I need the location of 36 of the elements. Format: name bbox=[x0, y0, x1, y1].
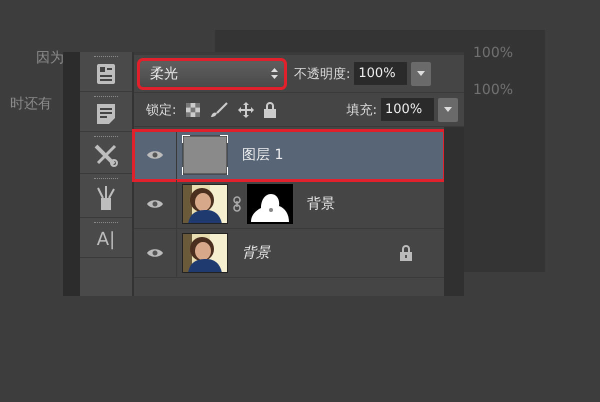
eye-icon[interactable] bbox=[147, 199, 163, 209]
eye-icon[interactable] bbox=[147, 248, 163, 258]
link-icon bbox=[233, 196, 241, 212]
fill-field[interactable]: 100% bbox=[381, 98, 434, 121]
blend-mode-dropdown[interactable]: 柔光 bbox=[140, 60, 284, 86]
layer-row[interactable]: 背景 bbox=[134, 180, 444, 229]
background-text: 时还有 bbox=[10, 95, 52, 113]
opacity-label: 不透明度: bbox=[294, 66, 350, 82]
lock-label: 锁定: bbox=[146, 102, 176, 118]
background-text: 因为 bbox=[36, 49, 64, 67]
caret-icon bbox=[444, 107, 452, 112]
opacity-dropdown-button[interactable] bbox=[411, 62, 432, 86]
brush-icon[interactable] bbox=[210, 102, 228, 118]
fill-dropdown-button[interactable] bbox=[438, 98, 458, 122]
mask-thumbnail bbox=[247, 184, 293, 224]
background-value: 100% bbox=[473, 45, 514, 61]
notes-icon[interactable] bbox=[96, 103, 116, 125]
background-value: 100% bbox=[473, 82, 514, 98]
eye-icon[interactable] bbox=[147, 150, 163, 160]
layer-name: 背景 bbox=[307, 195, 335, 213]
checker-icon[interactable] bbox=[186, 102, 200, 116]
move-icon[interactable] bbox=[238, 102, 254, 118]
updown-icon bbox=[271, 68, 278, 79]
layer-row[interactable]: 背景 bbox=[134, 229, 444, 278]
layer-name: 图层 1 bbox=[242, 146, 284, 164]
opacity-field[interactable]: 100% bbox=[354, 62, 408, 85]
lock-icon[interactable] bbox=[264, 102, 276, 118]
layer-name: 背景 bbox=[242, 244, 270, 262]
caret-icon bbox=[417, 71, 426, 76]
wrench-screwdriver-icon[interactable] bbox=[93, 143, 119, 167]
layer-row[interactable]: 图层 1 bbox=[134, 131, 444, 180]
brush-cup-icon[interactable] bbox=[95, 185, 117, 211]
layer-thumbnail bbox=[182, 135, 228, 175]
character-icon[interactable]: A| bbox=[96, 229, 116, 251]
panel-icon[interactable] bbox=[96, 63, 116, 85]
fill-label: 填充: bbox=[346, 102, 377, 118]
